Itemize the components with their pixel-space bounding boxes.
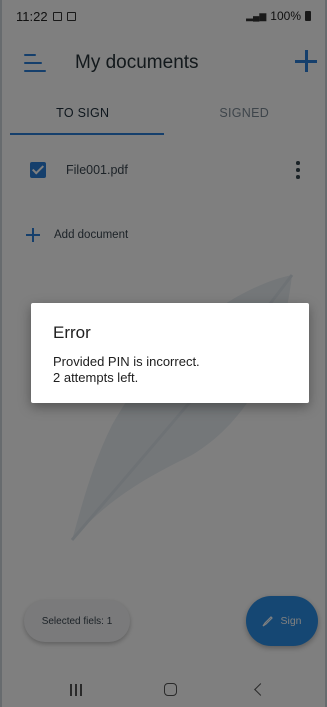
dialog-message: Provided PIN is incorrect. 2 attempts le… bbox=[53, 354, 200, 386]
dialog-title: Error bbox=[53, 323, 91, 342]
error-dialog: Error Provided PIN is incorrect. 2 attem… bbox=[31, 303, 309, 403]
dialog-message-line2: 2 attempts left. bbox=[53, 370, 139, 385]
dialog-message-line1: Provided PIN is incorrect. bbox=[53, 354, 200, 369]
